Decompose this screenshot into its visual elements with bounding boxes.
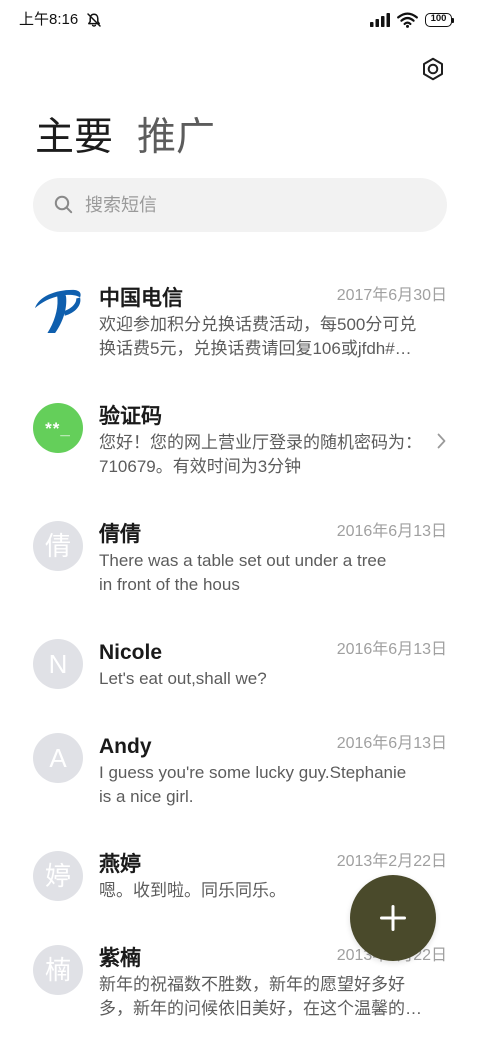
avatar: N xyxy=(33,639,83,689)
message-date: 2017年6月30日 xyxy=(336,287,447,304)
contact-name: Andy xyxy=(99,735,152,758)
avatar: **_ xyxy=(33,403,83,453)
search-input[interactable] xyxy=(85,178,425,232)
settings-icon xyxy=(423,57,443,81)
conversation-body: Andy 2016年6月13日 I guess you're some luck… xyxy=(99,733,447,809)
conversation-body: 倩倩 2016年6月13日 There was a table set out … xyxy=(99,521,447,597)
conversation-body: Nicole 2016年6月13日 Let's eat out,shall we… xyxy=(99,639,447,691)
battery-nub xyxy=(452,17,454,23)
tab-promotions[interactable]: 推广 xyxy=(137,115,215,161)
message-preview-line: There was a table set out under a tree xyxy=(99,551,387,570)
message-preview-line: is a nice girl. xyxy=(99,787,194,806)
message-date: 2016年6月13日 xyxy=(336,523,447,540)
conversation-item-qianqian[interactable]: 倩 倩倩 2016年6月13日 There was a table set ou… xyxy=(0,500,480,618)
avatar: 婷 xyxy=(33,851,83,901)
avatar: 楠 xyxy=(33,945,83,995)
avatar-text: 婷 xyxy=(44,861,71,891)
message-preview-line: 换话费5元，兑换话费请回复106或jfdh#… xyxy=(99,339,412,358)
compose-button[interactable] xyxy=(350,875,436,961)
status-time: 上午8:16 xyxy=(19,11,79,28)
contact-name: 紫楠 xyxy=(99,947,141,970)
conversation-item-verification-code[interactable]: **_ 验证码 您好！您的网上营业厅登录的随机密码为： 710679。有效时间为… xyxy=(0,382,480,500)
avatar: A xyxy=(33,733,83,783)
avatar-text: A xyxy=(49,743,67,773)
conversation-header: 倩倩 2016年6月13日 xyxy=(99,521,447,549)
conversation-item-nicole[interactable]: N Nicole 2016年6月13日 Let's eat out,shall … xyxy=(0,618,480,712)
conversation-body: 中国电信 2017年6月30日 欢迎参加积分兑换话费活动，每500分可兑 换话费… xyxy=(99,285,447,361)
tab-main[interactable]: 主要 xyxy=(35,115,113,161)
avatar-text: 楠 xyxy=(44,955,71,985)
contact-name: 验证码 xyxy=(99,405,162,428)
settings-button[interactable] xyxy=(419,55,447,83)
avatar-text: N xyxy=(48,649,68,679)
conversation-header: Nicole 2016年6月13日 xyxy=(99,639,447,667)
contact-name: 中国电信 xyxy=(99,287,183,310)
message-preview-line: Let's eat out,shall we? xyxy=(99,669,267,688)
contact-name: 倩倩 xyxy=(99,523,141,546)
plus-icon xyxy=(380,905,406,931)
message-preview-line: 新年的祝福数不胜数，新年的愿望好多好 xyxy=(99,975,405,994)
message-preview-line: 多，新年的问候依旧美好，在这个温馨的… xyxy=(99,999,422,1018)
avatar xyxy=(33,285,83,335)
contact-name: Nicole xyxy=(99,641,163,664)
message-preview-line: 欢迎参加积分兑换话费活动，每500分可兑 xyxy=(99,315,417,334)
messages-screen: 上午8:16 100 主要 推广 搜索短信 中国电信 2017年6月30日 欢迎… xyxy=(0,0,480,1040)
conversation-item-andy[interactable]: A Andy 2016年6月13日 I guess you're some lu… xyxy=(0,712,480,830)
signal-icon xyxy=(370,13,390,27)
avatar: 倩 xyxy=(33,521,83,571)
message-preview-line: 710679。有效时间为3分钟 xyxy=(99,457,302,476)
conversation-header: 中国电信 2017年6月30日 xyxy=(99,285,447,313)
search-icon xyxy=(54,195,73,214)
status-bar: 上午8:16 100 xyxy=(0,0,480,40)
battery-level: 100 xyxy=(430,13,447,24)
search-bar[interactable] xyxy=(33,178,447,232)
conversation-item-china-telecom[interactable]: 中国电信 2017年6月30日 欢迎参加积分兑换话费活动，每500分可兑 换话费… xyxy=(0,264,480,382)
china-telecom-logo-icon xyxy=(34,289,81,334)
wifi-icon xyxy=(397,12,418,28)
contact-name: 燕婷 xyxy=(99,853,141,876)
conversation-header: Andy 2016年6月13日 xyxy=(99,733,447,761)
message-date: 2016年6月13日 xyxy=(336,641,447,658)
message-preview-line: in front of the hous xyxy=(99,575,240,594)
avatar-text: 倩 xyxy=(44,531,71,561)
bell-off-icon xyxy=(87,13,101,27)
message-date: 2013年2月22日 xyxy=(336,853,447,870)
battery-icon: 100 xyxy=(425,13,452,27)
message-preview-line: 您好！您的网上营业厅登录的随机密码为： xyxy=(99,433,422,452)
conversation-header: 验证码 xyxy=(99,403,431,431)
message-date: 2016年6月13日 xyxy=(336,735,447,752)
avatar-text: **_ xyxy=(45,418,71,438)
conversation-body: 验证码 您好！您的网上营业厅登录的随机密码为： 710679。有效时间为3分钟 xyxy=(99,403,447,479)
chevron-right-icon xyxy=(437,433,446,449)
tab-bar: 主要 推广 xyxy=(35,115,215,161)
message-preview-line: I guess you're some lucky guy.Stephanie xyxy=(99,763,407,782)
